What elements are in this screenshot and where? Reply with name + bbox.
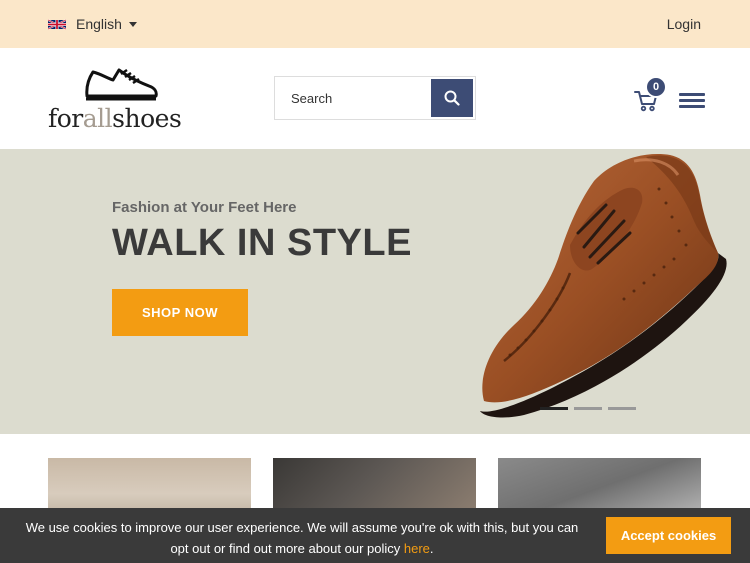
site-logo[interactable]: forallshoes: [48, 66, 193, 133]
cart-count-badge: 0: [645, 76, 667, 98]
uk-flag-icon: [48, 18, 66, 30]
search-icon: [444, 90, 460, 106]
hero-title: WALK IN STYLE: [112, 222, 412, 264]
cookie-banner: We use cookies to improve our user exper…: [0, 508, 750, 563]
logo-text-all: all: [82, 104, 113, 133]
language-selector[interactable]: English: [48, 16, 137, 32]
cookie-policy-link[interactable]: here: [404, 541, 430, 556]
accept-cookies-button[interactable]: Accept cookies: [606, 517, 731, 554]
top-bar: English Login: [0, 0, 750, 48]
carousel-dot-2[interactable]: [574, 407, 602, 410]
hamburger-menu-icon[interactable]: [679, 93, 705, 109]
hero-banner: Fashion at Your Feet Here WALK IN STYLE …: [0, 149, 750, 434]
search-box: [274, 76, 476, 120]
carousel-dot-3[interactable]: [608, 407, 636, 410]
carousel-dot-1[interactable]: [540, 407, 568, 410]
site-header: forallshoes 0: [0, 48, 750, 149]
hero-subtitle: Fashion at Your Feet Here: [112, 199, 297, 216]
cookie-message: We use cookies to improve our user exper…: [20, 517, 584, 559]
logo-wordmark: forallshoes: [48, 104, 182, 133]
sneaker-outline-icon: [85, 68, 158, 101]
language-label: English: [76, 16, 122, 32]
logo-text-shoes: shoes: [112, 104, 182, 133]
cookie-message-text: We use cookies to improve our user exper…: [25, 520, 579, 556]
logo-text-for: for: [48, 104, 83, 133]
chevron-down-icon: [128, 21, 137, 27]
cookie-message-end: .: [429, 541, 434, 556]
shop-now-button[interactable]: SHOP NOW: [112, 289, 248, 336]
brogue-shoe-image: [480, 154, 727, 418]
search-input[interactable]: [275, 77, 429, 119]
login-link[interactable]: Login: [667, 16, 701, 32]
carousel-indicators: [540, 407, 636, 410]
search-button[interactable]: [431, 79, 473, 117]
